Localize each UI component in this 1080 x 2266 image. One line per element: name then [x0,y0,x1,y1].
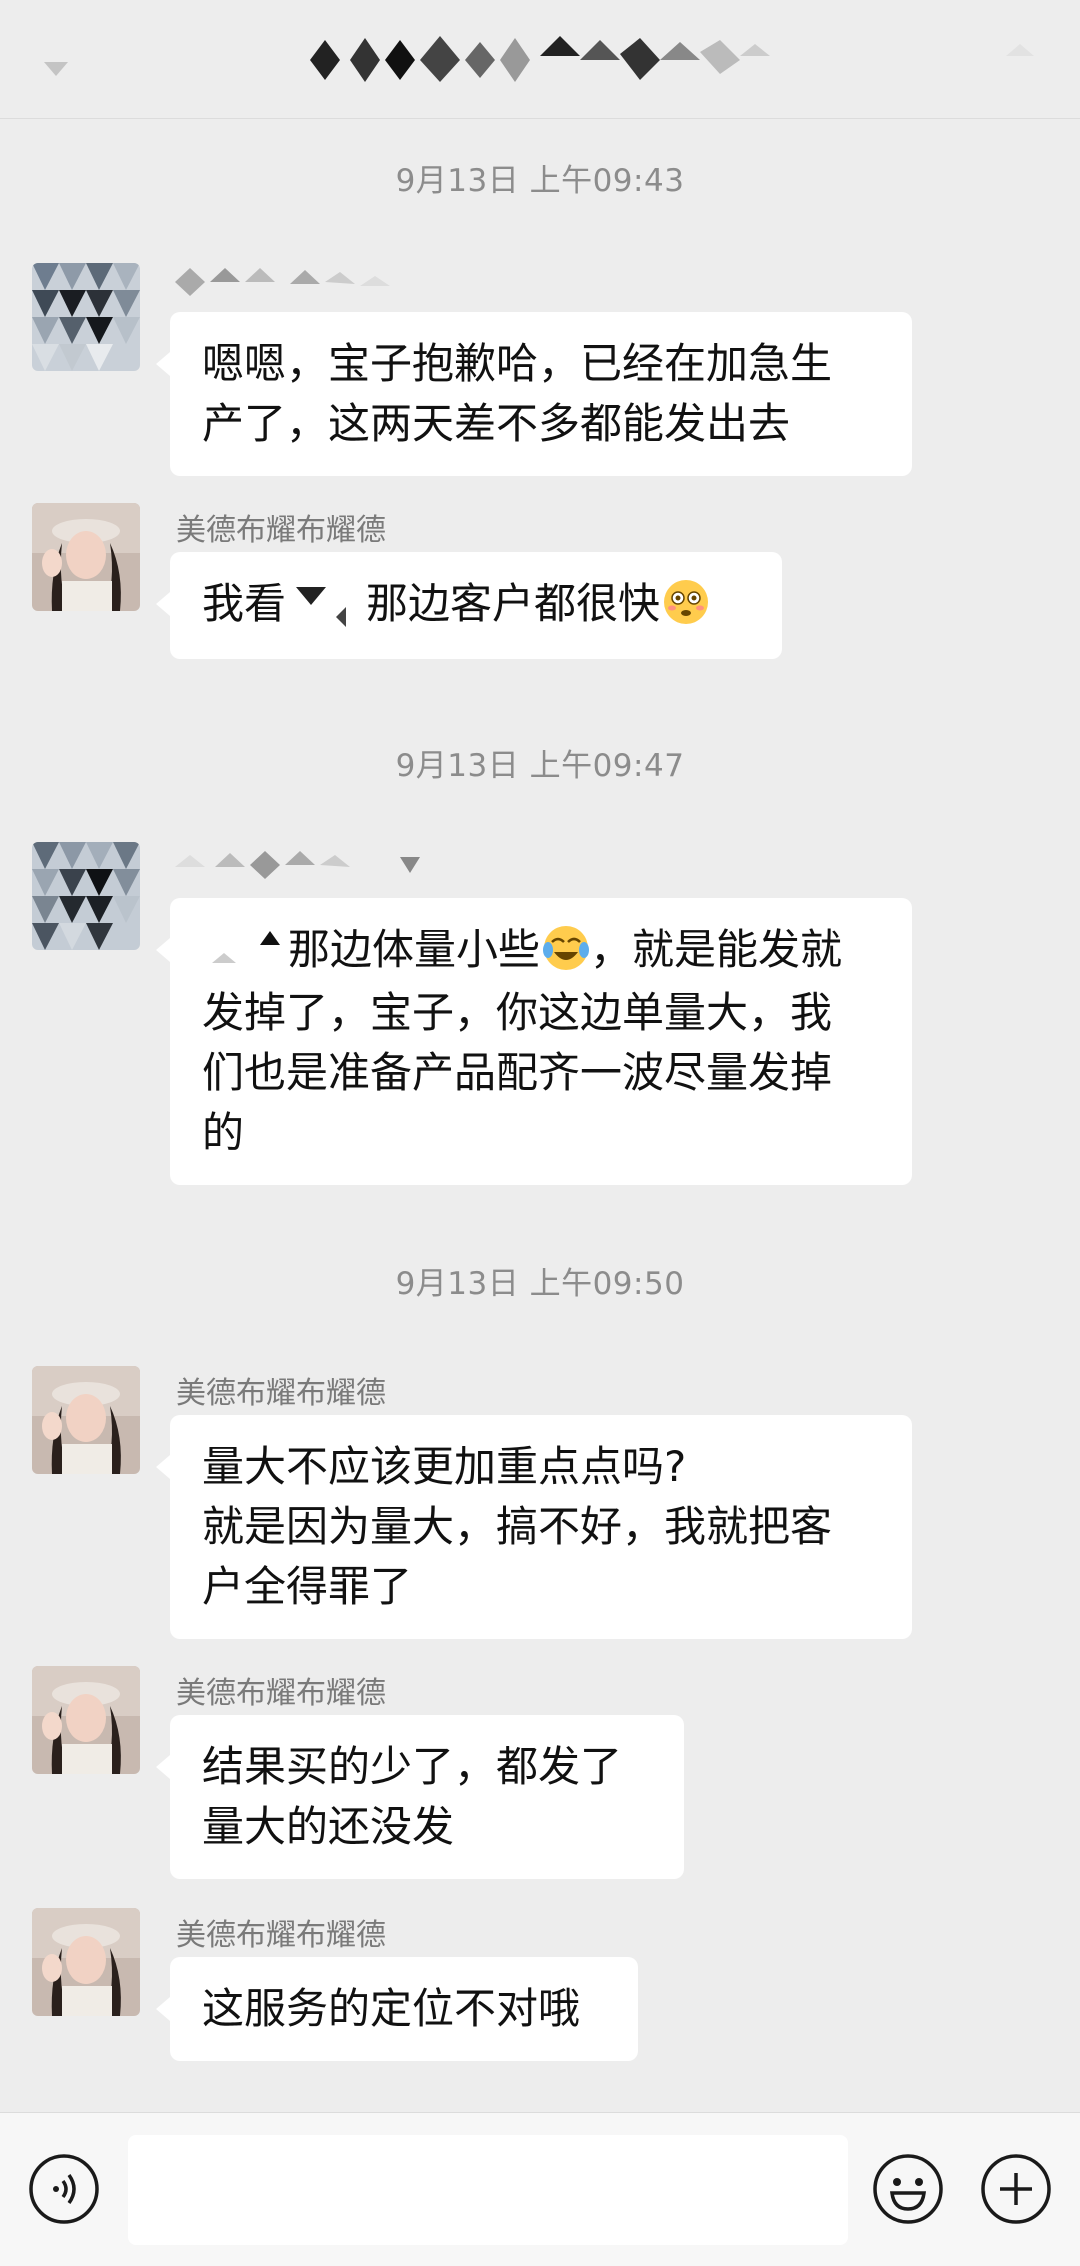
chat-header [0,0,1080,119]
input-bar [0,2112,1080,2266]
message-text: 们也是准备产品配齐一波尽量发掉 [202,1047,833,1097]
timestamp: 9月13日 上午09:43 [395,163,685,199]
chat-title-obscured [310,36,770,82]
message-input[interactable] [128,2135,848,2245]
avatar[interactable] [32,1666,140,1774]
more-icon[interactable] [1000,40,1040,60]
avatar[interactable] [32,1366,140,1474]
redaction-mask [286,576,367,637]
flushed-face-icon [664,580,709,624]
message-bubble[interactable]: 这服务的定位不对哦 [156,1957,638,2061]
message-text: 发掉了，宝子，你这边单量大，我 [202,987,833,1037]
sender-name: 美德布耀布耀德 [176,1918,386,1953]
timestamp: 9月13日 上午09:47 [395,748,685,784]
avatar[interactable] [32,263,140,371]
avatar[interactable] [32,503,140,611]
message-text: ，就是能发就 [590,925,843,974]
sender-name-obscured [175,851,420,879]
sender-name: 美德布耀布耀德 [176,1376,386,1411]
emoji-icon[interactable] [872,2153,944,2225]
message-text: 那边客户都很快 [366,579,661,628]
message-text: 产了，这两天差不多都能发出去 [202,399,791,448]
sender-name: 美德布耀布耀德 [176,513,386,548]
message-text: 嗯嗯，宝子抱歉哈，已经在加急生 [202,339,833,388]
crying-laughing-face-icon [543,926,590,970]
message-bubble[interactable]: 嗯嗯，宝子抱歉哈，已经在加急生 产了，这两天差不多都能发出去 [156,312,912,476]
sender-name: 美德布耀布耀德 [176,1676,386,1711]
timestamp: 9月13日 上午09:50 [395,1266,685,1302]
message-text: 就是因为量大，搞不好，我就把客 [202,1502,833,1551]
message-bubble[interactable]: 量大不应该更加重点点吗? 就是因为量大，搞不好，我就把客 户全得罪了 [156,1415,912,1639]
message-text: 这服务的定位不对哦 [202,1984,581,2033]
message-text: 量大的还没发 [202,1802,455,1851]
plus-icon[interactable] [980,2153,1052,2225]
message-text: 户全得罪了 [202,1562,413,1611]
sender-name-obscured [175,268,390,296]
avatar[interactable] [32,1908,140,2016]
message-text: 结果买的少了，都发了 [202,1742,623,1791]
chevron-down-icon[interactable] [40,52,72,84]
message-bubble[interactable]: 那边体量小些 ，就是能发就 发掉了，宝子，你这边单量大，我 们也是准备产品配齐一波… [156,898,912,1185]
message-bubble[interactable]: 结果买的少了，都发了 量大的还没发 [156,1715,684,1879]
avatar[interactable] [32,842,140,950]
voice-icon[interactable] [28,2153,100,2225]
redaction-mask [202,922,288,983]
message-text: 量大不应该更加重点点吗? [202,1442,687,1491]
message-text: 的 [202,1107,245,1157]
message-text: 我看 [202,579,287,628]
message-bubble[interactable]: 我看 那边客户都很快 [156,552,782,659]
message-text: 那边体量小些 [288,925,541,974]
